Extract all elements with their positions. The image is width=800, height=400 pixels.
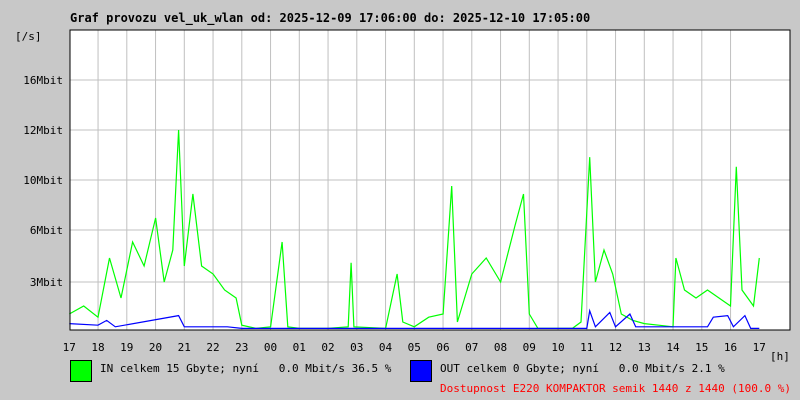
plot-area: 17 18 19 20 21 22 23 00 01 02 03 04 05 06 07 08 09 10 11 12… bbox=[23, 29, 791, 354]
x-axis-unit: [h] bbox=[770, 350, 790, 363]
x-tick-label: 15 bbox=[695, 341, 708, 354]
x-tick-label: 17 bbox=[63, 341, 76, 354]
legend-swatch-out bbox=[410, 360, 432, 382]
legend-out: OUT celkem 0 Gbyte; nyní 0.0 Mbit/s 2.1 … bbox=[440, 362, 725, 375]
availability-text: Dostupnost E220 KOMPAKTOR semik 1440 z 1… bbox=[440, 382, 791, 395]
x-tick-label: 08 bbox=[494, 341, 507, 354]
y-tick-label: 12Mbit bbox=[23, 124, 63, 137]
x-tick-label: 14 bbox=[666, 341, 680, 354]
x-tick-label: 00 bbox=[264, 341, 277, 354]
x-tick-label: 16 bbox=[724, 341, 737, 354]
legend-swatch-in bbox=[70, 360, 92, 382]
y-tick-label: 16Mbit bbox=[23, 74, 63, 87]
x-tick-label: 09 bbox=[523, 341, 536, 354]
legend-in: IN celkem 15 Gbyte; nyní 0.0 Mbit/s 36.5… bbox=[100, 362, 392, 375]
x-tick-label: 10 bbox=[551, 341, 564, 354]
y-tick-label: 10Mbit bbox=[23, 174, 63, 187]
x-tick-label: 03 bbox=[350, 341, 363, 354]
x-tick-label: 12 bbox=[609, 341, 622, 354]
traffic-graph: Graf provozu vel_uk_wlan od: 2025-12-09 … bbox=[0, 0, 800, 400]
x-tick-label: 18 bbox=[91, 341, 104, 354]
x-tick-label: 01 bbox=[293, 341, 306, 354]
x-tick-label: 06 bbox=[436, 341, 449, 354]
x-tick-label: 23 bbox=[235, 341, 248, 354]
x-tick-label: 19 bbox=[120, 341, 133, 354]
x-tick-label: 22 bbox=[206, 341, 219, 354]
x-tick-label: 04 bbox=[379, 341, 393, 354]
x-tick-label: 05 bbox=[408, 341, 421, 354]
x-tick-label: 17 bbox=[753, 341, 766, 354]
x-tick-label: 07 bbox=[465, 341, 478, 354]
x-tick-label: 11 bbox=[580, 341, 593, 354]
x-tick-label: 21 bbox=[178, 341, 191, 354]
x-tick-label: 20 bbox=[149, 341, 162, 354]
x-tick-label: 13 bbox=[638, 341, 651, 354]
x-tick-label: 02 bbox=[321, 341, 334, 354]
y-tick-label: 6Mbit bbox=[30, 224, 63, 237]
y-tick-label: 3Mbit bbox=[30, 276, 63, 289]
